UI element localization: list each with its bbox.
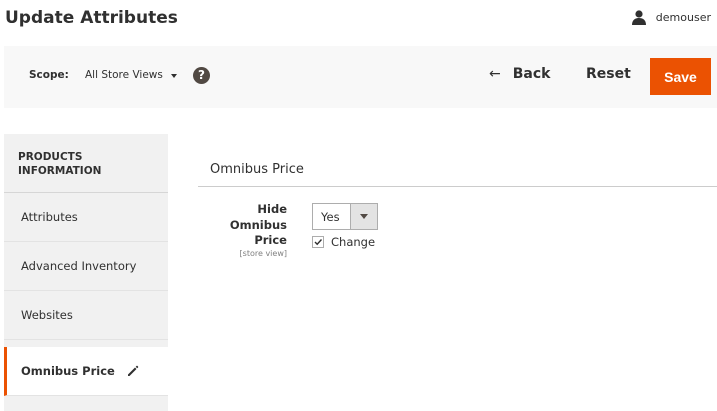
sidebar-heading: PRODUCTS INFORMATION <box>4 134 168 193</box>
back-button[interactable]: ← Back <box>489 66 550 82</box>
pencil-icon <box>127 365 139 376</box>
sidebar-item-attributes[interactable]: Attributes <box>4 193 168 242</box>
hide-omnibus-price-select[interactable]: Yes <box>312 203 378 230</box>
sidebar-item-label: Websites <box>21 308 73 322</box>
help-icon[interactable]: ? <box>193 67 210 84</box>
select-arrow <box>350 204 377 229</box>
user-icon <box>631 10 646 25</box>
section-divider <box>198 186 717 187</box>
change-label: Change <box>331 235 376 249</box>
change-option: Change <box>312 235 375 249</box>
sidebar-item-omnibus-price[interactable]: Omnibus Price <box>4 347 168 396</box>
sidebar-item-label: Omnibus Price <box>21 364 115 378</box>
sidebar-item-websites[interactable]: Websites <box>4 291 168 340</box>
caret-down-icon <box>170 73 177 78</box>
scope-label: Scope: <box>29 69 69 81</box>
field-scope-note: [store view] <box>239 249 287 258</box>
change-checkbox[interactable] <box>312 236 324 248</box>
save-button[interactable]: Save <box>650 58 711 95</box>
field-label: Hide Omnibus Price <box>229 202 287 247</box>
scope-value: All Store Views <box>85 69 163 81</box>
reset-button[interactable]: Reset <box>586 66 631 82</box>
sidebar-item-advanced-inventory[interactable]: Advanced Inventory <box>4 242 168 291</box>
back-button-label: Back <box>512 66 551 82</box>
page-title: Update Attributes <box>5 8 178 28</box>
section-title: Omnibus Price <box>210 162 304 177</box>
user-menu[interactable]: demouser <box>631 10 711 25</box>
arrow-left-icon: ← <box>489 66 501 82</box>
sidebar-tabs: PRODUCTS INFORMATION Attributes Advanced… <box>4 134 168 411</box>
scope-switcher[interactable]: All Store Views <box>85 69 177 81</box>
sidebar-item-label: Attributes <box>21 210 78 224</box>
select-value: Yes <box>321 209 340 224</box>
sidebar-item-label: Advanced Inventory <box>21 259 137 273</box>
username: demouser <box>655 11 711 24</box>
chevron-down-icon <box>360 214 368 219</box>
page-actions-toolbar: Scope: All Store Views ? ← Back Reset Sa… <box>4 46 717 108</box>
checkmark-icon <box>314 239 323 246</box>
